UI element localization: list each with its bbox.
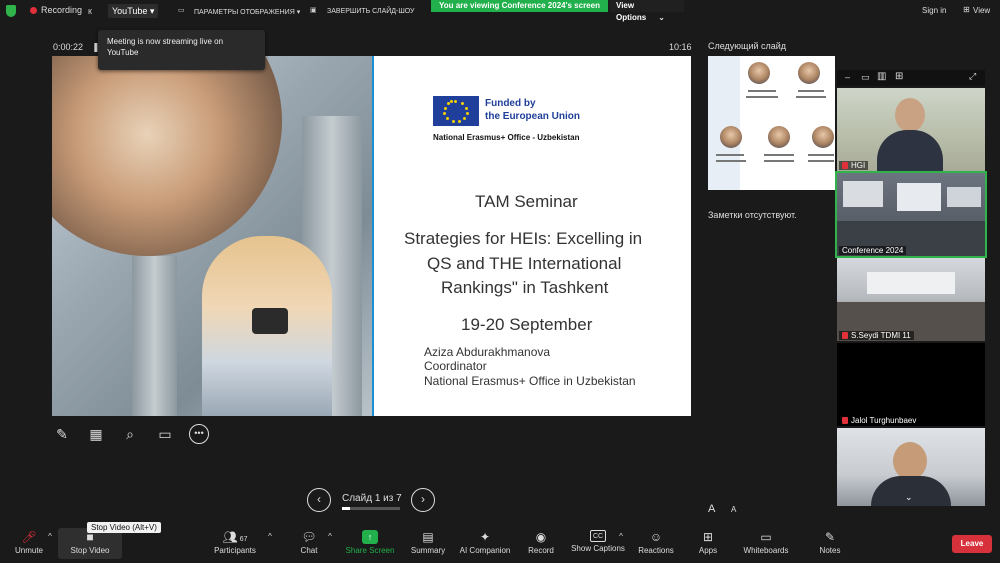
participant-tile[interactable]: S.Seydi TDMI 11 <box>837 258 985 341</box>
slide-title-line2: QS and THE International <box>427 254 622 273</box>
captions-cc-icon: CC <box>590 530 606 542</box>
chat-button[interactable]: 💬︎ Chat <box>294 528 324 559</box>
zoom-search-icon[interactable]: ⌕ <box>120 424 140 444</box>
participant-tile-active-speaker[interactable]: Conference 2024 <box>835 171 987 258</box>
funded-by-line2: the European Union <box>485 111 580 122</box>
summary-document-icon: ▤ <box>422 530 434 544</box>
eu-flag-icon <box>433 96 479 126</box>
pen-icon[interactable]: ✎ <box>52 424 72 444</box>
share-screen-icon: ↑ <box>362 530 378 544</box>
slide-photo-collage <box>52 56 372 416</box>
participant-tile[interactable]: HGI <box>837 88 985 171</box>
chat-options-chevron-icon[interactable]: ^ <box>326 532 334 563</box>
security-shield-icon[interactable] <box>6 5 16 17</box>
chat-bubble-icon: 💬︎ <box>301 530 317 544</box>
participant-tile[interactable]: Jalol Turghunbaev <box>837 343 985 426</box>
current-time: 10:16 <box>669 42 692 52</box>
expand-icon[interactable]: ⤢ <box>969 71 976 82</box>
youtube-stream-button[interactable]: YouTube ▾ <box>108 4 159 18</box>
recording-label[interactable]: Recording <box>41 5 82 15</box>
slide-title-line3: Rankings" in Tashkent <box>441 278 609 297</box>
reactions-button[interactable]: ☺ Reactions <box>636 528 676 559</box>
view-options-button[interactable]: View Options ⌄ <box>610 0 684 22</box>
summary-button[interactable]: ▤ Summary <box>408 528 448 559</box>
speaker-view-icon[interactable]: ▥ <box>877 71 886 82</box>
notes-button[interactable]: ✎ Notes <box>816 528 844 559</box>
view-grid-icon: ⊞ <box>963 5 970 14</box>
participants-icon: 👥︎ <box>222 530 238 544</box>
audio-options-chevron-icon[interactable]: ^ <box>46 532 54 563</box>
gallery-strip-controls: – ▭ ▥ ⊞ ⤢ <box>837 70 985 86</box>
muted-mic-icon <box>842 417 848 424</box>
single-view-icon[interactable]: ▭ <box>861 72 870 83</box>
minimize-icon[interactable]: – <box>845 72 850 82</box>
record-icon: ◉ <box>535 530 547 544</box>
chevron-down-icon: ⌄ <box>658 13 665 22</box>
display-params-icon: ▭ <box>178 7 185 14</box>
whiteboard-icon: ▭ <box>760 530 772 544</box>
presenter-role: Coordinator <box>424 359 487 373</box>
apps-icon: ⊞ <box>702 530 714 544</box>
slide-progress-bar <box>342 507 400 510</box>
sign-in-link[interactable]: Sign in <box>922 6 946 15</box>
notes-icon: ✎ <box>824 530 836 544</box>
captions-options-chevron-icon[interactable]: ^ <box>617 532 625 563</box>
more-options-icon[interactable]: ••• <box>189 424 209 444</box>
share-screen-button[interactable]: ↑ Share Screen <box>344 528 396 559</box>
next-slide-thumbnail[interactable] <box>708 56 835 190</box>
presenter-name: Aziza Abdurakhmanova <box>424 345 551 359</box>
record-button[interactable]: ◉ Record <box>525 528 557 559</box>
unmute-button[interactable]: 🎤︎ Unmute <box>12 528 46 559</box>
participants-options-chevron-icon[interactable]: ^ <box>266 532 274 563</box>
notes-placeholder: Заметки отсутствуют. <box>708 210 797 220</box>
elapsed-timer: 0:00:22 <box>53 42 84 52</box>
whiteboards-button[interactable]: ▭ Whiteboards <box>741 528 791 559</box>
all-slides-icon[interactable]: ▦ <box>86 424 106 444</box>
display-params-button[interactable]: ПАРАМЕТРЫ ОТОБРАЖЕНИЯ ▾ <box>194 8 300 16</box>
viewing-screen-banner: You are viewing Conference 2024's screen <box>431 0 608 12</box>
slide-counter: Слайд 1 из 7 <box>342 493 402 504</box>
stream-signal-label: к <box>88 6 92 16</box>
apps-button[interactable]: ⊞ Apps <box>694 528 722 559</box>
font-smaller-button[interactable]: A <box>731 505 736 514</box>
next-slide-label: Следующий слайд <box>708 41 787 51</box>
funded-by-line1: Funded by <box>485 98 536 109</box>
view-button[interactable]: View <box>973 6 990 15</box>
stop-video-tooltip: Stop Video (Alt+V) <box>87 522 161 533</box>
gallery-view-icon[interactable]: ⊞ <box>895 71 903 82</box>
current-slide: Funded by the European Union National Er… <box>52 56 691 416</box>
participant-tile[interactable]: ⌄ <box>837 428 985 506</box>
slide-progress-fill <box>342 507 351 510</box>
slide-divider <box>372 56 374 416</box>
font-larger-button[interactable]: A <box>708 503 715 515</box>
top-bar: Recording к YouTube ▾ ▭ ПАРАМЕТРЫ ОТОБРА… <box>0 0 1000 22</box>
ai-companion-button[interactable]: ✦ AI Companion <box>457 528 513 559</box>
ai-sparkle-icon: ✦ <box>479 530 491 544</box>
previous-slide-button[interactable]: ‹ <box>307 488 331 512</box>
recording-dot-icon <box>30 7 37 14</box>
presenter-org: National Erasmus+ Office in Uzbekistan <box>424 374 636 388</box>
muted-mic-icon <box>842 332 848 339</box>
scroll-down-icon[interactable]: ⌄ <box>905 492 913 503</box>
end-slideshow-icon: ▣ <box>310 7 317 14</box>
seminar-heading: TAM Seminar <box>475 192 578 211</box>
muted-mic-icon: 🎤︎ <box>21 530 37 544</box>
next-slide-button[interactable]: › <box>411 488 435 512</box>
end-slideshow-button[interactable]: ЗАВЕРШИТЬ СЛАЙД-ШОУ <box>327 8 415 15</box>
leave-button[interactable]: Leave <box>952 535 992 553</box>
slide-date: 19-20 September <box>461 315 593 334</box>
muted-mic-icon <box>842 162 848 169</box>
reactions-emoji-icon: ☺ <box>649 530 663 544</box>
participants-button[interactable]: 👥︎ 67 Participants <box>210 528 260 559</box>
office-name: National Erasmus+ Office - Uzbekistan <box>433 133 580 142</box>
screen-cursor-icon[interactable]: ▭ <box>155 424 175 444</box>
slide-title-line1: Strategies for HEIs: Excelling in <box>404 229 643 248</box>
streaming-toast: Meeting is now streaming live on YouTube <box>98 30 265 70</box>
